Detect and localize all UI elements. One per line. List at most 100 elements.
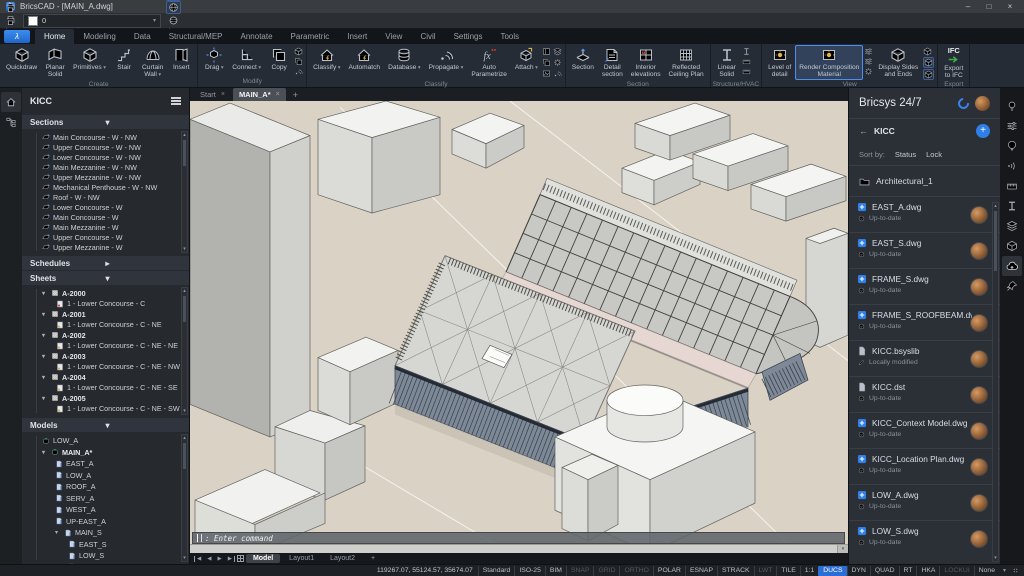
- section-item[interactable]: Upper Mezzanine - W: [42, 242, 179, 252]
- file-row[interactable]: KICC.bsyslib Locally modified: [849, 340, 1000, 376]
- status-toggle[interactable]: DYN: [847, 566, 870, 576]
- file-row[interactable]: KICC.dst Up-to-date: [849, 376, 1000, 412]
- ribbon-button[interactable]: Linear Solid: [713, 45, 741, 80]
- horizontal-scrollbar[interactable]: [190, 544, 848, 553]
- home-icon[interactable]: [1, 92, 21, 112]
- small-tool-icon[interactable]: [294, 67, 303, 76]
- small-tool-icon[interactable]: [864, 67, 873, 76]
- ribbon-button[interactable]: Attach: [511, 45, 542, 80]
- file-row[interactable]: EAST_S.dwg Up-to-date: [849, 232, 1000, 268]
- sheet-item[interactable]: 1 - Lower Concourse - C - NE - NW: [42, 362, 179, 373]
- structure-browser-icon[interactable]: [1, 112, 21, 132]
- model-item[interactable]: LOW_A: [42, 470, 179, 482]
- model-item[interactable]: MAIN_S: [42, 527, 179, 539]
- status-toggle[interactable]: DUCS: [818, 566, 846, 576]
- ribbon-tab[interactable]: Structural/MEP: [160, 29, 232, 44]
- layout-tab[interactable]: Model: [246, 554, 280, 563]
- layers-icon[interactable]: [1002, 216, 1022, 236]
- first-layout-icon[interactable]: ◀: [194, 556, 203, 562]
- small-tool-icon[interactable]: [294, 47, 303, 56]
- ribbon-tab[interactable]: Civil: [411, 29, 444, 44]
- ribbon-tab[interactable]: Data: [125, 29, 160, 44]
- status-toggle[interactable]: GRID: [593, 566, 619, 576]
- file-row[interactable]: FRAME_S_ROOFBEAM.dwg Up-to-date: [849, 304, 1000, 340]
- small-tool-icon[interactable]: [742, 67, 751, 76]
- app-menu-button[interactable]: λ: [4, 30, 30, 43]
- section-item[interactable]: Main Concourse - W - NW: [42, 132, 179, 142]
- pin-icon[interactable]: [1002, 276, 1022, 296]
- sheet-item[interactable]: A-2003: [42, 351, 179, 362]
- sort-option-status[interactable]: Status: [895, 150, 916, 159]
- status-toggle[interactable]: RT: [899, 566, 917, 576]
- status-toggle[interactable]: LWT: [754, 566, 777, 576]
- minimize-button[interactable]: –: [960, 1, 976, 12]
- sheets-header[interactable]: Sheets: [22, 271, 189, 285]
- small-tool-icon[interactable]: [553, 58, 562, 67]
- components-icon[interactable]: [1002, 236, 1022, 256]
- section-item[interactable]: Roof - W - NW: [42, 192, 179, 202]
- status-toggle[interactable]: HKA: [916, 566, 939, 576]
- model-item[interactable]: MAIN_A*: [42, 447, 179, 459]
- status-toggle[interactable]: SNAP: [566, 566, 594, 576]
- small-tool-icon[interactable]: [864, 47, 873, 56]
- ribbon-tab[interactable]: Insert: [338, 29, 376, 44]
- status-toggle[interactable]: Standard: [478, 566, 515, 576]
- sheet-item[interactable]: A-2004: [42, 372, 179, 383]
- adjustments-icon[interactable]: [1002, 116, 1022, 136]
- file-row[interactable]: EAST_A.dwg Up-to-date: [849, 196, 1000, 232]
- export-to-ifc-button[interactable]: IFC Export to IFC: [940, 45, 967, 80]
- perspective-globe-icon[interactable]: [166, 1, 181, 14]
- small-tool-icon[interactable]: [294, 57, 303, 66]
- ribbon-button[interactable]: Reflected Ceiling Plan: [665, 45, 708, 80]
- bricsys247-cloud-icon[interactable]: [1002, 256, 1022, 276]
- new-document-tab-button[interactable]: +: [288, 90, 303, 101]
- ribbon-button[interactable]: Propagate: [425, 45, 468, 80]
- scrollbar[interactable]: [181, 131, 188, 253]
- scrollbar[interactable]: [181, 287, 188, 415]
- ribbon-button[interactable]: Classify: [309, 45, 344, 80]
- small-tool-icon[interactable]: [542, 58, 551, 67]
- section-item[interactable]: Upper Concourse - W: [42, 232, 179, 242]
- small-tool-icon[interactable]: [864, 57, 873, 66]
- scrollbar[interactable]: [992, 202, 999, 562]
- models-header[interactable]: Models: [22, 418, 189, 432]
- model-item[interactable]: ROOF_A: [42, 481, 179, 493]
- layout-tab[interactable]: Layout2: [323, 554, 362, 563]
- model-item[interactable]: EAST_S: [42, 539, 179, 551]
- sheet-item[interactable]: 1 - Lower Concourse - C - NE - SW: [42, 404, 179, 415]
- ribbon-tab[interactable]: View: [376, 29, 411, 44]
- status-toggle[interactable]: QUAD: [870, 566, 899, 576]
- ribbon-button[interactable]: Display Sides and Ends: [874, 45, 922, 80]
- ribbon-tab[interactable]: Tools: [491, 29, 528, 44]
- sort-option-lock[interactable]: Lock: [926, 150, 942, 159]
- model-item[interactable]: WEST_A: [42, 504, 179, 516]
- next-layout-icon[interactable]: ▶: [215, 556, 223, 562]
- tips-icon[interactable]: [1002, 96, 1022, 116]
- ribbon-button[interactable]: Copy: [265, 45, 293, 77]
- ribbon-tab[interactable]: Modeling: [74, 29, 124, 44]
- file-row[interactable]: LOW_A.dwg Up-to-date: [849, 484, 1000, 520]
- ribbon-tab[interactable]: Parametric: [282, 29, 339, 44]
- ribbon-button[interactable]: Automatch: [345, 45, 385, 80]
- small-tool-icon[interactable]: [742, 57, 751, 66]
- ribbon-tab[interactable]: Settings: [445, 29, 492, 44]
- user-avatar[interactable]: [975, 96, 990, 111]
- sheet-item[interactable]: A-2000: [42, 288, 179, 299]
- layer-dropdown[interactable]: 0: [23, 14, 161, 28]
- close-button[interactable]: ×: [1002, 1, 1018, 12]
- refresh-icon[interactable]: [956, 95, 971, 110]
- 3d-model-view[interactable]: [190, 101, 848, 553]
- section-item[interactable]: Mechanical Penthouse - W - NW: [42, 182, 179, 192]
- sheet-item[interactable]: 1 - Lower Concourse - C - NE: [42, 320, 179, 331]
- small-tool-icon[interactable]: [553, 69, 562, 78]
- section-item[interactable]: Lower Concourse - W - NW: [42, 152, 179, 162]
- prev-layout-icon[interactable]: ◀: [205, 556, 213, 562]
- file-row[interactable]: LOW_S.dwg Up-to-date: [849, 520, 1000, 556]
- add-file-button[interactable]: [976, 124, 990, 138]
- profiles-icon[interactable]: [1002, 196, 1022, 216]
- model-item[interactable]: SERV_A: [42, 493, 179, 505]
- document-tab[interactable]: MAIN_A*: [233, 88, 286, 101]
- scrollbar[interactable]: [181, 434, 188, 562]
- render-balloon-icon[interactable]: [1002, 136, 1022, 156]
- status-toggle[interactable]: BIM: [545, 566, 566, 576]
